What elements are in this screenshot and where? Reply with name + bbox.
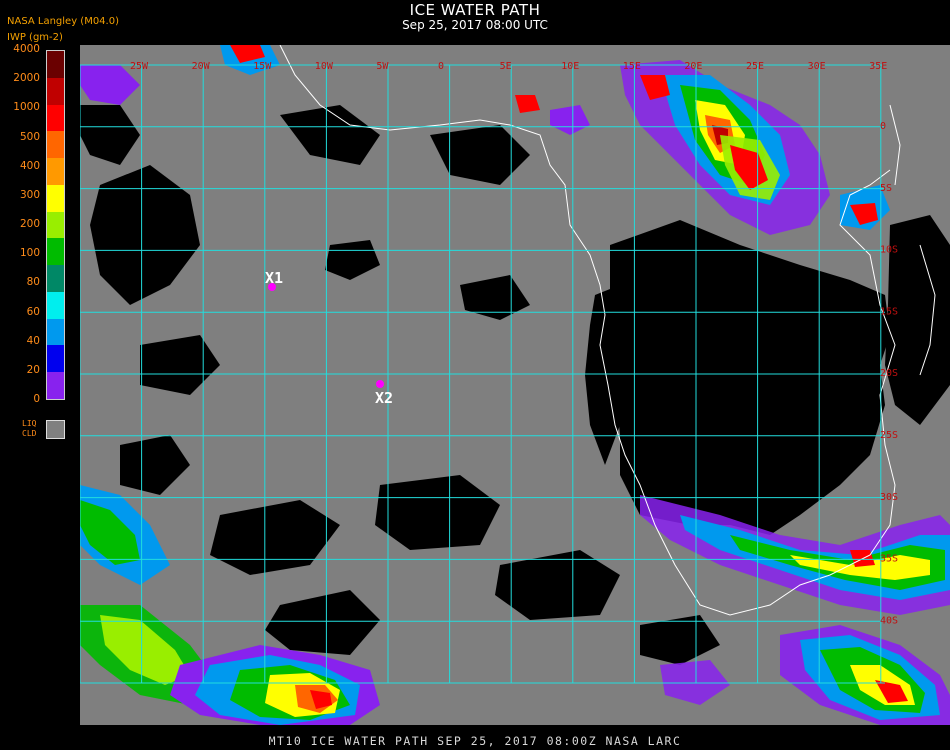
lat-label: 5S xyxy=(880,183,892,194)
lat-label: 20S xyxy=(880,368,898,379)
legend-swatch xyxy=(47,104,64,132)
lon-label: 25E xyxy=(746,61,764,72)
liquid-cloud-swatch xyxy=(46,420,65,439)
legend-swatch xyxy=(47,184,64,213)
lat-label: 30S xyxy=(880,492,898,503)
lon-label: 0 xyxy=(438,61,444,72)
lon-label: 15W xyxy=(253,61,272,72)
lat-label: 40S xyxy=(880,615,898,626)
lon-label: 35E xyxy=(869,61,887,72)
lon-label: 10E xyxy=(561,61,579,72)
legend-swatch xyxy=(47,51,64,79)
legend-label: 400 xyxy=(19,159,40,172)
footer-caption: MT10 ICE WATER PATH SEP 25, 2017 08:00Z … xyxy=(268,734,682,748)
lon-label: 20W xyxy=(192,61,211,72)
legend-swatch xyxy=(47,158,64,186)
legend-swatch xyxy=(47,131,64,159)
lon-label: 5E xyxy=(500,61,512,72)
marker-x2-label: X2 xyxy=(375,389,393,407)
marker-x1-label: X1 xyxy=(265,269,283,287)
legend-swatch xyxy=(47,265,64,293)
satellite-map: 25W 20W 15W 10W 5W 0 5E 10E 15E 20E 25E 30E 35E 0 5S 10… xyxy=(80,45,950,725)
legend-swatch xyxy=(47,291,64,320)
color-legend xyxy=(46,50,65,400)
lon-label: 20E xyxy=(684,61,702,72)
lon-label: 15E xyxy=(623,61,641,72)
marker-x2-dot xyxy=(376,380,384,388)
legend-label: 4000 xyxy=(13,43,40,55)
unit-label: IWP (gm-2) xyxy=(7,32,63,43)
legend-label: 60 xyxy=(26,305,40,318)
lon-label: 25W xyxy=(130,61,149,72)
lon-label: 10W xyxy=(315,61,334,72)
legend-label: 200 xyxy=(19,218,40,230)
legend-swatch xyxy=(47,345,64,373)
lon-label: 30E xyxy=(808,61,826,72)
liquid-label-1: LIQ xyxy=(22,419,37,428)
legend-swatch xyxy=(47,238,64,266)
lat-label: 10S xyxy=(880,245,898,256)
legend-label: 80 xyxy=(26,276,40,289)
page-subtitle: Sep 25, 2017 08:00 UTC xyxy=(402,18,548,32)
org-label: NASA Langley (M04.0) xyxy=(7,16,119,27)
liquid-label-2: CLD xyxy=(22,429,37,438)
legend-swatch xyxy=(47,318,64,346)
lat-label: 25S xyxy=(880,430,898,441)
legend-label: 100 xyxy=(19,247,40,260)
legend-label: 500 xyxy=(19,130,40,143)
lat-label: 15S xyxy=(880,306,898,317)
page-title: ICE WATER PATH xyxy=(409,1,541,19)
lat-label: 35S xyxy=(880,554,898,565)
lon-label: 5W xyxy=(376,61,389,72)
legend-label: 1000 xyxy=(13,101,40,114)
lat-label: 0 xyxy=(880,121,886,132)
legend-label: 0 xyxy=(33,393,40,405)
legend-swatch xyxy=(47,77,64,106)
legend-swatch xyxy=(47,372,64,400)
legend-label: 20 xyxy=(26,363,40,376)
legend-label: 2000 xyxy=(13,72,40,85)
legend-label: 300 xyxy=(19,188,40,201)
legend-swatch xyxy=(47,211,64,239)
legend-label: 40 xyxy=(26,334,40,347)
